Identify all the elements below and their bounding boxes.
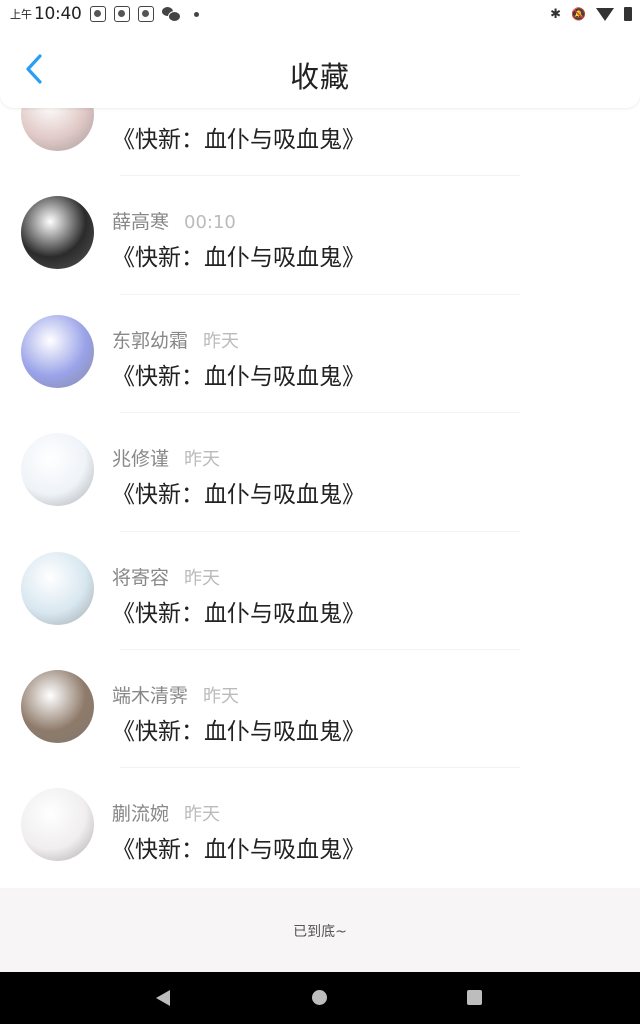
status-time: 10:40 — [34, 4, 82, 24]
favorites-list: 《快新：血仆与吸血鬼》 薛高寒 00:10 《快新：血仆与吸血鬼》 东郭幼霜 昨天 … — [0, 58, 640, 887]
mute-icon: 🔕 — [571, 7, 586, 21]
author-name: 端木清霁 — [112, 684, 189, 707]
timestamp: 昨天 — [184, 567, 221, 589]
author-row: 蒯流婉 昨天 — [112, 799, 220, 826]
nav-recents-icon[interactable] — [467, 990, 482, 1005]
avatar — [21, 196, 94, 270]
baidu-notification-icon — [89, 6, 106, 22]
author-name: 薛高寒 — [112, 211, 170, 234]
list-item[interactable]: 将寄容 昨天 《快新：血仆与吸血鬼》 — [0, 532, 640, 650]
nav-back-icon[interactable] — [156, 990, 170, 1006]
book-title: 《快新：血仆与吸血鬼》 — [112, 718, 365, 745]
list-item[interactable]: 端木清霁 昨天 《快新：血仆与吸血鬼》 — [0, 650, 640, 769]
author-name: 将寄容 — [112, 566, 170, 589]
nav-home-icon[interactable] — [312, 990, 327, 1005]
timestamp: 昨天 — [184, 449, 221, 471]
list-end-footer: 已到底~ — [0, 888, 640, 972]
status-right: ✱ 🔕 — [550, 5, 632, 23]
author-row: 将寄容 昨天 — [112, 563, 220, 590]
author-row: 薛高寒 00:10 — [112, 207, 236, 234]
battery-icon — [624, 7, 632, 21]
system-nav-bar — [0, 972, 640, 1024]
author-row: 兆修谨 昨天 — [112, 444, 220, 471]
author-name: 东郭幼霜 — [112, 329, 189, 352]
avatar — [21, 669, 94, 743]
wifi-icon — [596, 7, 614, 21]
status-bar: 上午 10:40 ✱ 🔕 — [0, 0, 640, 28]
author-row: 东郭幼霜 昨天 — [112, 326, 239, 353]
author-row: 端木清霁 昨天 — [112, 681, 239, 708]
status-ampm: 上午 — [10, 8, 32, 21]
list-item[interactable]: 东郭幼霜 昨天 《快新：血仆与吸血鬼》 — [0, 295, 640, 414]
more-notifications-dot-icon — [193, 11, 199, 17]
avatar — [21, 551, 94, 625]
avatar — [21, 433, 94, 507]
timestamp: 00:10 — [184, 212, 236, 234]
list-item[interactable]: 兆修谨 昨天 《快新：血仆与吸血鬼》 — [0, 413, 640, 532]
book-title: 《快新：血仆与吸血鬼》 — [112, 127, 365, 153]
bluetooth-icon: ✱ — [550, 6, 562, 22]
book-title: 《快新：血仆与吸血鬼》 — [112, 600, 365, 627]
list-item[interactable]: 蒯流婉 昨天 《快新：血仆与吸血鬼》 — [0, 768, 640, 886]
page-title: 收藏 — [289, 60, 350, 94]
author-name: 蒯流婉 — [112, 803, 170, 826]
timestamp: 昨天 — [184, 804, 221, 826]
book-title: 《快新：血仆与吸血鬼》 — [112, 837, 365, 864]
header: 收藏 — [0, 28, 640, 108]
baidu-notification-icon — [113, 6, 130, 22]
avatar — [21, 788, 94, 862]
baidu-notification-icon — [137, 6, 154, 22]
book-title: 《快新：血仆与吸血鬼》 — [112, 482, 365, 509]
book-title: 《快新：血仆与吸血鬼》 — [112, 245, 365, 272]
list-item[interactable]: 薛高寒 00:10 《快新：血仆与吸血鬼》 — [0, 176, 640, 295]
avatar — [21, 314, 94, 388]
wechat-icon — [161, 7, 181, 22]
timestamp: 昨天 — [203, 330, 240, 352]
timestamp: 昨天 — [203, 685, 240, 707]
author-name: 兆修谨 — [112, 448, 170, 471]
book-title: 《快新：血仆与吸血鬼》 — [112, 363, 365, 390]
status-left: 上午 10:40 — [10, 4, 199, 24]
end-of-list-text: 已到底~ — [293, 924, 347, 940]
